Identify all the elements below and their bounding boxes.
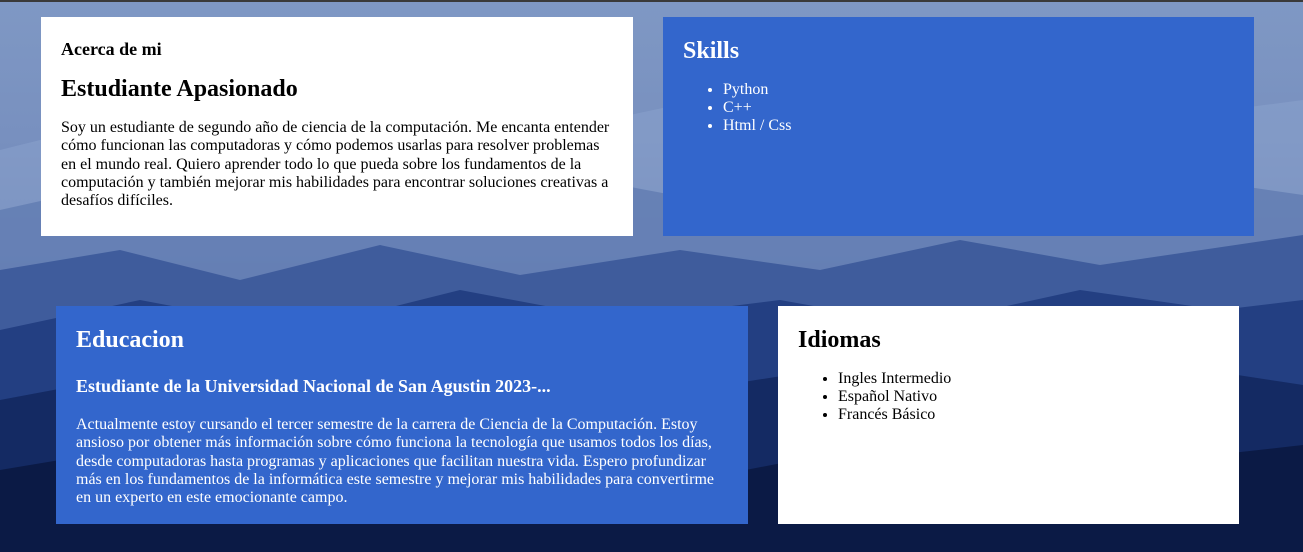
languages-list: Ingles Intermedio Español Nativo Francés… [798, 370, 1219, 424]
education-card: Educacion Estudiante de la Universidad N… [56, 306, 748, 524]
languages-title: Idiomas [798, 327, 881, 353]
education-title: Educacion [76, 327, 185, 353]
language-item: Francés Básico [838, 406, 1219, 424]
education-subtitle: Estudiante de la Universidad Nacional de… [76, 376, 551, 396]
education-text: Actualmente estoy cursando el tercer sem… [76, 416, 714, 507]
about-text: Soy un estudiante de segundo año de cien… [61, 119, 610, 210]
skill-item: C++ [723, 99, 1234, 117]
language-item: Ingles Intermedio [838, 370, 1219, 388]
about-title: Estudiante Apasionado [61, 76, 298, 102]
about-card: Acerca de mi Estudiante Apasionado Soy u… [41, 17, 633, 236]
skills-list: Python C++ Html / Css [683, 81, 1234, 135]
skills-title: Skills [683, 38, 740, 64]
language-item: Español Nativo [838, 388, 1219, 406]
skill-item: Python [723, 81, 1234, 99]
skill-item: Html / Css [723, 117, 1234, 135]
languages-card: Idiomas Ingles Intermedio Español Nativo… [778, 306, 1239, 524]
top-border [0, 0, 1303, 2]
skills-card: Skills Python C++ Html / Css [663, 17, 1254, 236]
about-heading: Acerca de mi [61, 39, 162, 59]
